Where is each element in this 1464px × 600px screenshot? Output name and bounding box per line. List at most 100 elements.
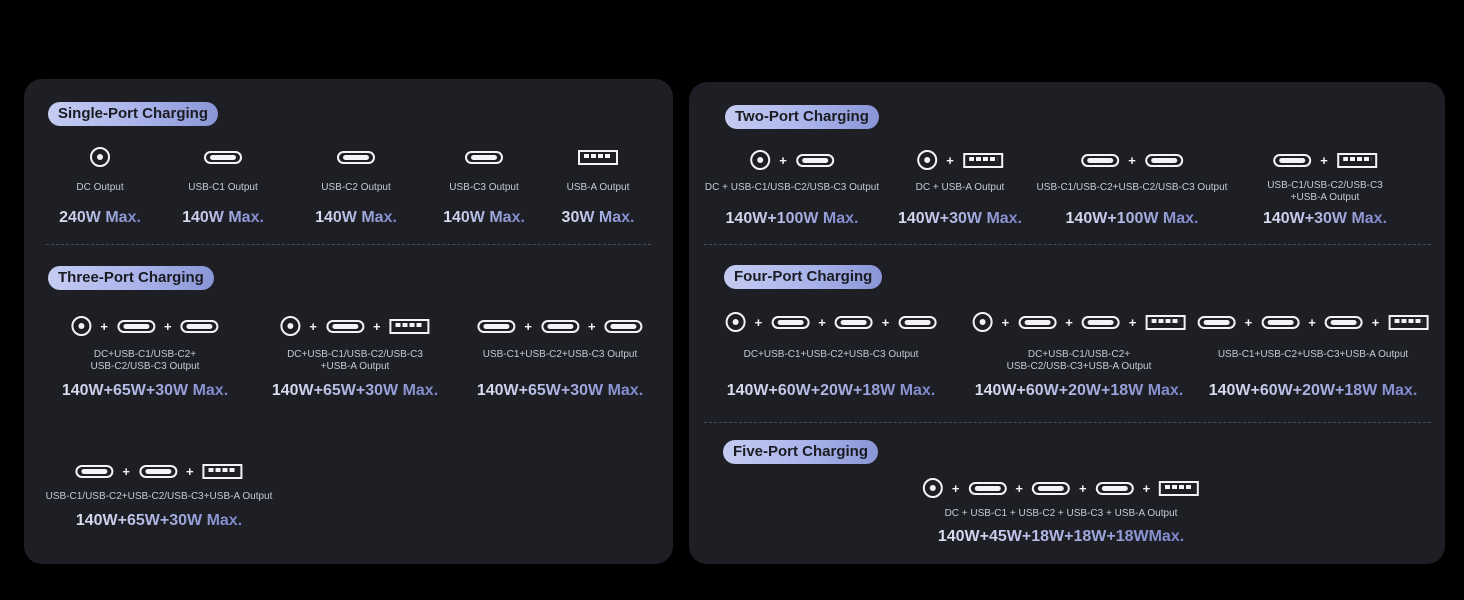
plus-icon: + [122,463,130,479]
port-label: USB-C1/USB-C2+USB-C2/USB-C3 Output [1036,182,1228,193]
plus-icon: + [946,152,954,168]
max-power-value: 140W+60W+20W+18W Max. [1208,382,1418,399]
plus-icon: + [1308,314,1316,330]
divider [46,244,651,245]
port-label: USB-C1 Output [188,182,258,193]
usb-c-icon [1018,315,1057,329]
section-title-three-port: Three-Port Charging [48,266,214,290]
section-title-four-port: Four-Port Charging [724,265,883,289]
plus-icon: + [1015,480,1023,496]
section-title-five-port: Five-Port Charging [723,440,879,464]
port-icons: + + + [1197,312,1429,332]
port-icons [465,147,503,167]
plus-icon: + [1320,152,1328,168]
port-icons [90,147,110,167]
plus-icon: + [309,318,317,334]
usb-a-icon [1145,314,1186,330]
plus-icon: + [881,314,890,330]
plus-icon: + [1079,480,1087,496]
usb-c-icon [1032,481,1070,495]
plus-icon: + [373,318,381,334]
right-panel: Two-Port Charging + DC + USB-C1/USB-C2/US… [689,82,1445,564]
usb-a-icon [1336,152,1377,168]
plus-icon: + [1001,314,1010,330]
usb-c-icon [898,315,937,329]
port-icons [337,147,375,167]
port-label: USB-C1+USB-C2+USB-C3+USB-A Output [1217,349,1409,360]
port-icons [578,147,618,167]
port-label: DC+USB-C1/USB-C2+ USB-C2/USB-C3+USB-A Ou… [1006,349,1152,372]
plus-icon: + [164,318,172,334]
port-label: USB-C2 Output [321,182,391,193]
port-label: DC + USB-A Output [915,182,1005,193]
port-label: DC+USB-C1/USB-C2+ USB-C2/USB-C3 Output [90,349,200,372]
max-power-value: 140W+100W Max. [1065,210,1199,227]
dc-icon [90,147,110,167]
plus-icon: + [818,314,826,330]
usb-c-icon [465,150,503,164]
port-label: USB-C1/USB-C2+USB-C2/USB-C3+USB-A Output [45,491,273,502]
plus-icon: + [779,152,787,168]
usb-a-icon [202,463,243,479]
port-label: USB-C3 Output [449,182,519,193]
dc-icon [917,150,938,170]
max-power-value: 140W Max. [443,209,525,226]
max-power-value: 140W Max. [315,209,397,226]
usb-c-icon [139,464,177,478]
port-icons: + [1081,150,1183,170]
usb-c-icon [75,464,114,478]
port-label: USB-A Output [566,182,630,193]
dc-icon [972,312,993,332]
plus-icon: + [588,318,596,334]
plus-icon: + [186,463,194,479]
dc-icon [725,312,746,332]
usb-c-icon [1197,315,1236,329]
left-panel: Single-Port Charging DC Output 240W Max. U… [24,79,673,564]
port-label: DC+USB-C1/USB-C2/USB-C3 +USB-A Output [287,349,423,372]
section-title-single-port: Single-Port Charging [48,102,218,126]
usb-c-icon [604,319,643,333]
port-icons [204,147,242,167]
port-icons: + + [71,316,219,336]
max-power-value: 30W Max. [561,209,635,226]
plus-icon: + [1128,314,1137,330]
max-power-value: 140W+100W Max. [725,210,859,227]
port-label: USB-C1+USB-C2+USB-C3 Output [482,349,638,360]
usb-c-icon [968,481,1007,495]
max-power-value: 140W+65W+30W Max. [75,512,243,529]
plus-icon: + [1128,152,1136,168]
max-power-value: 140W+60W+20W+18W Max. [974,382,1184,399]
max-power-value: 140W+45W+18W+18W+18WMax. [937,528,1185,545]
port-icons: + [917,150,1003,170]
usb-c-icon [795,153,834,167]
dc-icon [922,478,943,498]
usb-c-icon [204,150,242,164]
usb-c-icon [1081,315,1120,329]
usb-c-icon [771,315,810,329]
max-power-value: 140W+30W Max. [897,210,1023,227]
port-icons: + + [477,316,643,336]
plus-icon: + [1142,480,1151,496]
divider [704,244,1431,245]
port-icons: + [750,150,834,170]
port-icons: + + + [725,312,937,332]
usb-c-icon [1095,481,1134,495]
plus-icon: + [1065,314,1073,330]
usb-c-icon [1261,315,1300,329]
section-title-two-port: Two-Port Charging [725,105,879,129]
max-power-value: 140W+65W+30W Max. [271,382,439,399]
usb-a-icon [962,152,1003,168]
usb-c-icon [477,319,516,333]
usb-c-icon [180,319,219,333]
usb-a-icon [1159,480,1200,496]
plus-icon: + [754,314,763,330]
usb-c-icon [1273,153,1312,167]
usb-c-icon [834,315,873,329]
usb-c-icon [326,319,364,333]
plus-icon: + [524,318,532,334]
max-power-value: 140W+30W Max. [1262,210,1388,227]
usb-c-icon [1324,315,1363,329]
max-power-value: 140W+65W+30W Max. [61,382,229,399]
plus-icon: + [1371,314,1380,330]
max-power-value: 140W+60W+20W+18W Max. [726,382,936,399]
